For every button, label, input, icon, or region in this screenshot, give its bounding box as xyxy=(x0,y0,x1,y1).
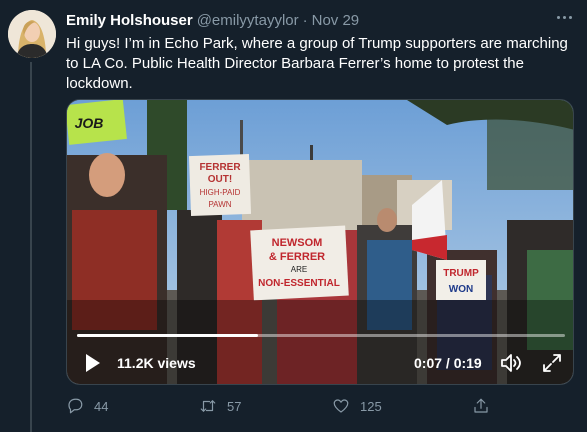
reply-button[interactable]: 44 xyxy=(66,396,108,416)
retweet-button[interactable]: 57 xyxy=(199,396,241,416)
avatar[interactable] xyxy=(8,10,56,58)
video-time: 0:07 / 0:19 xyxy=(414,355,482,371)
play-button[interactable] xyxy=(81,352,103,374)
tweet-text: Hi guys! I’m in Echo Park, where a group… xyxy=(66,35,568,92)
retweet-count: 57 xyxy=(227,398,242,414)
share-icon xyxy=(474,398,488,413)
reply-count: 44 xyxy=(94,398,109,414)
reply-icon xyxy=(68,398,83,414)
more-icon-dot xyxy=(562,15,566,19)
like-icon xyxy=(333,399,349,413)
fullscreen-icon xyxy=(543,354,561,372)
like-count: 125 xyxy=(360,398,382,414)
more-icon xyxy=(556,15,560,19)
progress-bar[interactable] xyxy=(77,334,565,337)
retweet-icon xyxy=(200,400,216,412)
separator-dot: · xyxy=(302,12,308,29)
volume-icon xyxy=(501,354,521,372)
view-count: 11.2K views xyxy=(117,355,196,371)
volume-button[interactable] xyxy=(499,352,523,374)
tweet-card: Emily Holshouser @emilyytayylor · Nov 29 Hi… xyxy=(0,0,587,432)
more-icon-dot xyxy=(568,15,572,19)
tweet-actions: 44 57 125 xyxy=(66,396,496,416)
avatar-image xyxy=(8,10,56,58)
tweet-date[interactable]: Nov 29 xyxy=(312,12,360,29)
more-button[interactable] xyxy=(553,10,575,24)
thread-line xyxy=(30,62,32,432)
author-handle[interactable]: @emilyytayylor xyxy=(197,12,299,29)
video-controls: 11.2K views 0:07 / 0:19 xyxy=(67,100,573,384)
play-icon xyxy=(86,354,100,372)
progress-fill xyxy=(77,334,258,337)
like-button[interactable]: 125 xyxy=(332,396,382,416)
fullscreen-button[interactable] xyxy=(541,352,563,374)
video-player[interactable]: FERRER OUT! HIGH-PAID PAWN NEWSOM & FERR… xyxy=(66,99,574,385)
share-button[interactable] xyxy=(472,396,490,416)
tweet-header: Emily Holshouser @emilyytayylor · Nov 29 xyxy=(66,12,359,30)
author-name[interactable]: Emily Holshouser xyxy=(66,12,193,29)
